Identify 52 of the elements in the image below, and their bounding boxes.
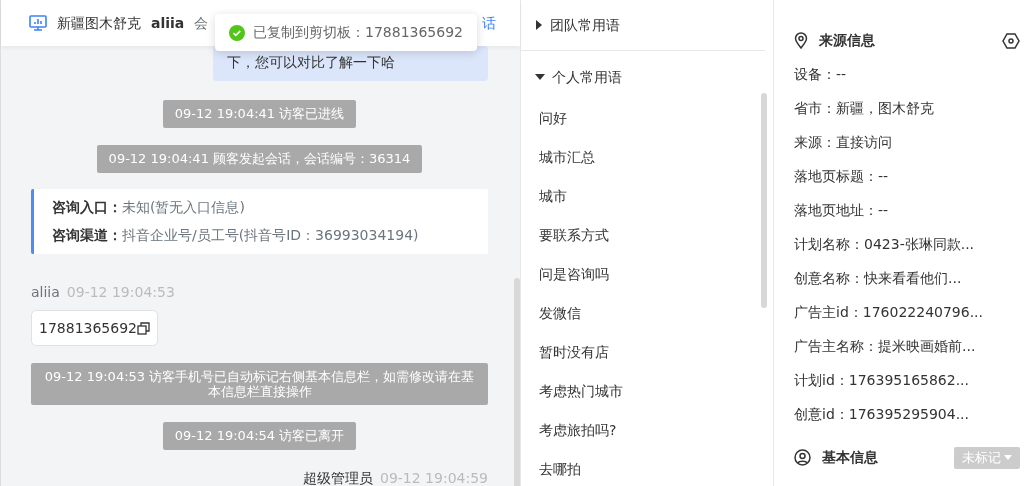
- copy-icon[interactable]: [137, 321, 150, 335]
- phrase-item[interactable]: 问是咨询吗: [521, 255, 773, 294]
- info-row-text: 省市：新疆，图木舒克: [794, 99, 935, 118]
- info-label: 咨询渠道：: [52, 227, 122, 243]
- section-title: 基本信息: [821, 448, 878, 468]
- user-icon: [794, 449, 811, 467]
- message-time: 09-12 19:04:53: [66, 284, 175, 300]
- section-title: 来源信息: [818, 31, 875, 50]
- scrollbar[interactable]: [514, 278, 520, 486]
- location-text: 新疆图木舒克: [57, 13, 141, 33]
- info-value: 未知(暂无入口信息): [122, 199, 245, 215]
- system-message: 09-12 19:04:54 访客已离开: [162, 422, 357, 450]
- info-row-text: 设备：--: [794, 65, 848, 84]
- system-message: 09-12 19:04:41 访客已进线: [162, 100, 357, 128]
- phone-number: 17881365692: [39, 318, 137, 338]
- phrase-item[interactable]: 要联系方式: [521, 216, 773, 255]
- phrase-item[interactable]: 城市: [521, 177, 773, 216]
- phrase-item[interactable]: 问好: [521, 99, 773, 138]
- sender-name: aliia: [31, 284, 60, 300]
- location-pin-icon: [794, 32, 808, 49]
- caret-down-icon: [1004, 454, 1012, 461]
- info-row-text: 来源：直接访问: [794, 133, 893, 152]
- header-text: 会: [194, 13, 209, 33]
- agent-name: aliia: [151, 13, 185, 33]
- system-message: 09-12 19:04:53 访客手机号已自动标记右侧基本信息栏，如需修改请在基本信息栏直接操作: [31, 363, 488, 405]
- phrase-group-header[interactable]: 个人常用语: [521, 55, 773, 99]
- scrollbar[interactable]: [761, 93, 767, 308]
- sender-name: 超级管理员: [303, 470, 373, 486]
- system-message: 09-12 19:04:41 顾客发起会话，会话编号：36314: [96, 145, 423, 173]
- settings-icon[interactable]: [1002, 32, 1020, 49]
- info-row-text: 创意名称：快来看看他们...: [794, 269, 963, 288]
- phrase-item[interactable]: 暂时没有店: [521, 333, 773, 372]
- info-label: 咨询入口：: [52, 199, 122, 215]
- info-value: 抖音企业号/员工号(抖音号ID：36993034194): [122, 227, 419, 243]
- header-link[interactable]: 话: [482, 12, 496, 34]
- info-row-text: 落地页标题：--: [794, 167, 890, 186]
- monitor-icon: [29, 15, 47, 31]
- phrase-item[interactable]: 考虑旅拍吗?: [521, 411, 773, 450]
- info-row-text: 落地页地址：--: [794, 201, 890, 220]
- phrase-group-header[interactable]: 团队常用语: [521, 0, 773, 50]
- info-row-text: 广告主名称：提米映画婚前...: [794, 337, 977, 356]
- phrase-item[interactable]: 去哪拍: [521, 450, 773, 486]
- message-time: 09-12 19:04:59: [380, 470, 488, 486]
- phrase-item[interactable]: 考虑热门城市: [521, 372, 773, 411]
- info-row-text: 计划名称：0423-张琳同款...: [794, 235, 976, 254]
- info-row-text: 计划id：176395165862...: [794, 371, 970, 390]
- toast-message: 已复制到剪切板：17881365692: [253, 23, 463, 42]
- phrase-item[interactable]: 发微信: [521, 294, 773, 333]
- info-row-text: 广告主id：176022240796...: [794, 303, 984, 322]
- info-row-text: 创意id：176395295904...: [794, 405, 970, 424]
- success-icon: [229, 24, 245, 41]
- phrase-item[interactable]: 城市汇总: [521, 138, 773, 177]
